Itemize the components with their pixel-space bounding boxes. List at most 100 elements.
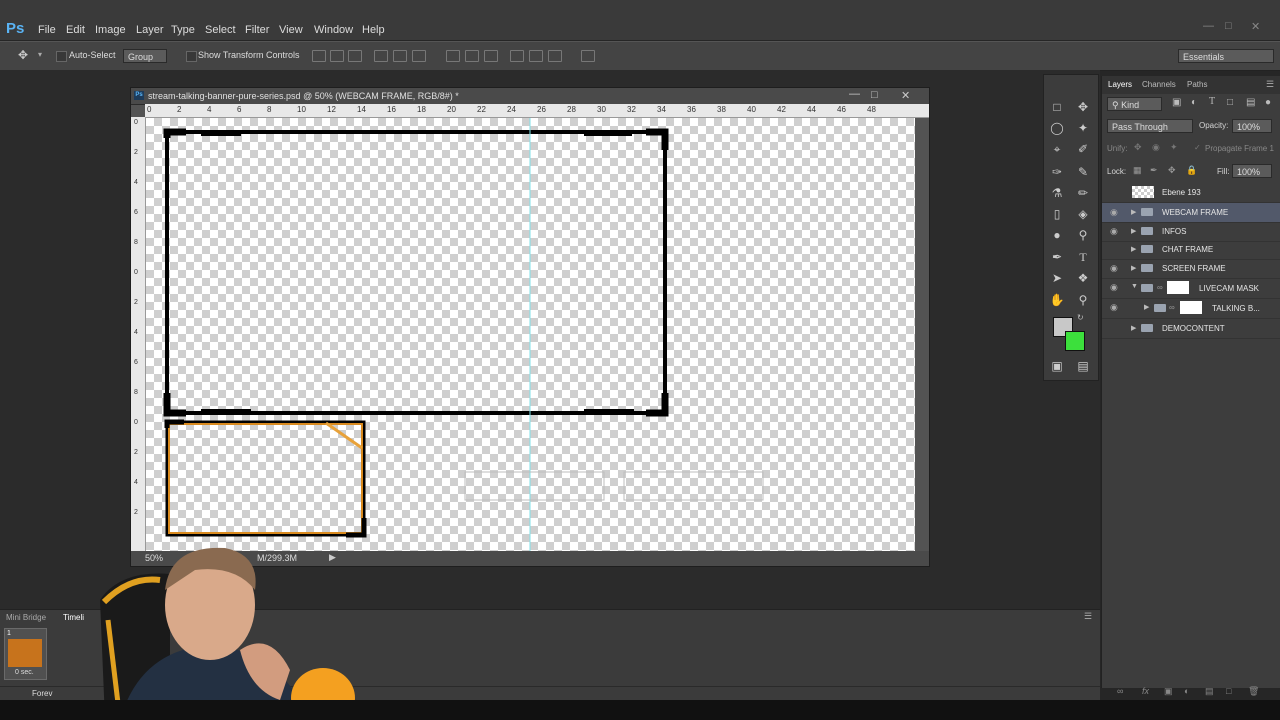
doc-minimize-icon[interactable]: — bbox=[849, 88, 860, 100]
pen-tool-icon[interactable]: ✒ bbox=[1047, 247, 1067, 267]
magic-wand-icon[interactable]: ✦ bbox=[1073, 118, 1093, 138]
align-left-icon[interactable] bbox=[374, 50, 388, 62]
lock-transparent-icon[interactable]: ▦ bbox=[1133, 165, 1142, 176]
filter-smart-icon[interactable]: ▤ bbox=[1246, 97, 1255, 108]
distribute-left-icon[interactable] bbox=[510, 50, 524, 62]
history-brush-icon[interactable]: ✏ bbox=[1073, 183, 1093, 203]
lock-all-icon[interactable]: 🔒 bbox=[1186, 165, 1197, 176]
lock-position-icon[interactable]: ✥ bbox=[1168, 165, 1176, 176]
auto-align-icon[interactable] bbox=[581, 50, 595, 62]
align-bottom-icon[interactable] bbox=[348, 50, 362, 62]
adjustment-layer-icon[interactable]: ◐ bbox=[1184, 686, 1189, 696]
layer-row-chat-frame[interactable]: ▶ CHAT FRAME bbox=[1102, 240, 1280, 260]
menu-type[interactable]: Type bbox=[171, 24, 195, 36]
layer-row-talking-banner[interactable]: ◉ ▶ ∞ TALKING B... bbox=[1102, 298, 1280, 319]
layer-row-infos[interactable]: ◉ ▶ INFOS bbox=[1102, 222, 1280, 242]
crop-tool-icon[interactable]: ⌖ bbox=[1047, 139, 1067, 159]
distribute-hcenter-icon[interactable] bbox=[529, 50, 543, 62]
frame-delay[interactable]: 0 sec. bbox=[15, 669, 34, 676]
fill-input[interactable]: 100% bbox=[1232, 164, 1272, 178]
expand-arrow-icon[interactable]: ▶ bbox=[1144, 303, 1149, 311]
layer-row-screen-frame[interactable]: ◉ ▶ SCREEN FRAME bbox=[1102, 259, 1280, 279]
menu-image[interactable]: Image bbox=[95, 24, 126, 36]
fx-icon[interactable]: fx bbox=[1142, 686, 1149, 696]
menu-layer[interactable]: Layer bbox=[136, 24, 164, 36]
lasso-tool-icon[interactable]: ◯ bbox=[1047, 118, 1067, 138]
menu-file[interactable]: File bbox=[38, 24, 56, 36]
visibility-eye-icon[interactable]: ◉ bbox=[1110, 303, 1120, 312]
distribute-bottom-icon[interactable] bbox=[484, 50, 498, 62]
trash-icon[interactable]: 🗑 bbox=[1248, 686, 1259, 697]
eraser-icon[interactable]: ▯ bbox=[1047, 204, 1067, 224]
type-tool-icon[interactable]: T bbox=[1073, 247, 1093, 267]
marquee-tool-icon[interactable]: □ bbox=[1047, 97, 1067, 117]
menu-filter[interactable]: Filter bbox=[245, 24, 269, 36]
visibility-eye-icon[interactable]: ◉ bbox=[1110, 264, 1120, 273]
unify-style-icon[interactable]: ✦ bbox=[1170, 142, 1178, 153]
menu-view[interactable]: View bbox=[279, 24, 303, 36]
expand-arrow-icon[interactable]: ▶ bbox=[1131, 245, 1136, 253]
add-mask-icon[interactable]: ▣ bbox=[1164, 686, 1173, 697]
layer-row-webcam-frame[interactable]: ◉ ▶ WEBCAM FRAME bbox=[1102, 203, 1280, 223]
align-vcenter-icon[interactable] bbox=[330, 50, 344, 62]
menu-edit[interactable]: Edit bbox=[66, 24, 85, 36]
move-tool-icon[interactable]: ✥ bbox=[1073, 97, 1093, 117]
expand-arrow-icon[interactable]: ▶ bbox=[1131, 264, 1136, 272]
expand-arrow-icon[interactable]: ▶ bbox=[1131, 324, 1136, 332]
mask-thumbnail[interactable] bbox=[1167, 281, 1189, 294]
show-transform-checkbox[interactable] bbox=[186, 51, 197, 62]
filter-kind-select[interactable]: ⚲ Kind bbox=[1107, 97, 1162, 111]
filter-shape-icon[interactable]: □ bbox=[1227, 97, 1233, 108]
swap-colors-icon[interactable]: ↻ bbox=[1077, 313, 1084, 322]
chevron-down-icon[interactable]: ▾ bbox=[38, 50, 42, 59]
background-color-swatch[interactable] bbox=[1065, 331, 1085, 351]
dodge-tool-icon[interactable]: ⚲ bbox=[1073, 225, 1093, 245]
brush-tool-icon[interactable]: ✎ bbox=[1073, 162, 1093, 182]
visibility-eye-icon[interactable]: ◉ bbox=[1110, 208, 1120, 217]
distribute-vcenter-icon[interactable] bbox=[465, 50, 479, 62]
panel-menu-icon[interactable]: ☰ bbox=[1266, 79, 1274, 90]
auto-select-checkbox[interactable] bbox=[56, 51, 67, 62]
workspace-select[interactable]: Essentials bbox=[1178, 49, 1274, 63]
align-hcenter-icon[interactable] bbox=[393, 50, 407, 62]
vertical-ruler[interactable]: 0 2 4 6 8 0 2 4 6 8 0 2 4 2 bbox=[131, 117, 146, 551]
distribute-right-icon[interactable] bbox=[548, 50, 562, 62]
hand-tool-icon[interactable]: ✋ bbox=[1047, 290, 1067, 310]
shape-tool-icon[interactable]: ❖ bbox=[1073, 268, 1093, 288]
filter-pixel-icon[interactable]: ▣ bbox=[1172, 97, 1181, 108]
menu-window[interactable]: Window bbox=[314, 24, 353, 36]
new-group-icon[interactable]: ▤ bbox=[1205, 686, 1214, 697]
new-layer-icon[interactable]: □ bbox=[1226, 686, 1231, 696]
unify-position-icon[interactable]: ✥ bbox=[1134, 142, 1142, 153]
filter-toggle-icon[interactable]: ● bbox=[1265, 97, 1271, 108]
visibility-eye-icon[interactable]: ◉ bbox=[1110, 283, 1120, 292]
expand-arrow-icon[interactable]: ▶ bbox=[1131, 227, 1136, 235]
menu-select[interactable]: Select bbox=[205, 24, 236, 36]
blend-mode-select[interactable]: Pass Through bbox=[1107, 119, 1193, 133]
filter-type-icon[interactable]: T bbox=[1209, 96, 1215, 107]
filter-adjustment-icon[interactable]: ◐ bbox=[1191, 97, 1197, 108]
tab-channels[interactable]: Channels bbox=[1142, 80, 1176, 89]
tab-layers[interactable]: Layers bbox=[1108, 80, 1132, 89]
maximize-icon[interactable]: □ bbox=[1225, 20, 1239, 32]
lock-image-icon[interactable]: ✒ bbox=[1150, 165, 1158, 176]
clone-stamp-icon[interactable]: ⚗ bbox=[1047, 183, 1067, 203]
minimize-icon[interactable]: — bbox=[1203, 20, 1217, 32]
paint-bucket-icon[interactable]: ◈ bbox=[1073, 204, 1093, 224]
move-tool-icon[interactable]: ✥ bbox=[18, 48, 28, 62]
layer-row-ebene[interactable]: Ebene 193 bbox=[1102, 183, 1280, 203]
horizontal-ruler[interactable]: 0 2 4 6 8 10 12 14 16 18 20 22 24 26 28 … bbox=[145, 104, 929, 118]
zoom-tool-icon[interactable]: ⚲ bbox=[1073, 290, 1093, 310]
group-select[interactable]: Group bbox=[123, 49, 167, 63]
document-titlebar[interactable]: Ps stream-talking-banner-pure-series.psd… bbox=[131, 88, 929, 105]
doc-maximize-icon[interactable]: □ bbox=[871, 89, 878, 101]
tab-mini-bridge[interactable]: Mini Bridge bbox=[6, 613, 46, 622]
visibility-eye-icon[interactable]: ◉ bbox=[1110, 227, 1120, 236]
distribute-top-icon[interactable] bbox=[446, 50, 460, 62]
mask-thumbnail[interactable] bbox=[1180, 301, 1202, 314]
tab-paths[interactable]: Paths bbox=[1187, 80, 1207, 89]
expand-arrow-icon[interactable]: ▶ bbox=[1131, 208, 1136, 216]
animation-frame[interactable]: 1 0 sec. bbox=[4, 628, 47, 680]
healing-brush-icon[interactable]: ✑ bbox=[1047, 162, 1067, 182]
close-icon[interactable]: ✕ bbox=[1251, 20, 1265, 33]
